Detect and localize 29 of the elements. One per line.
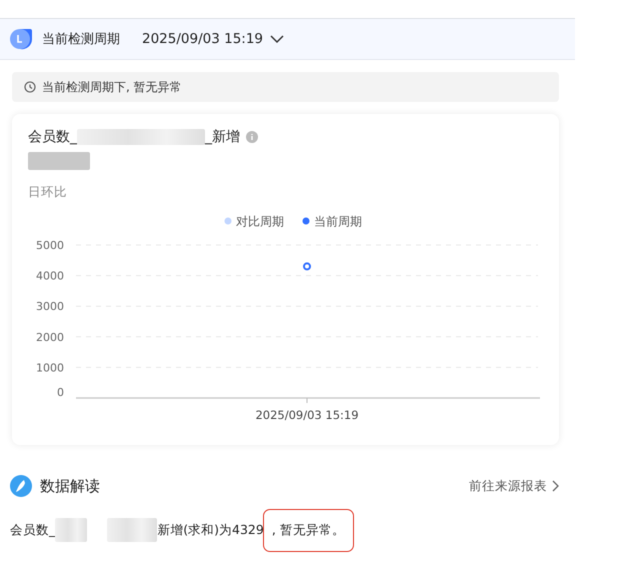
- section-title: 数据解读: [40, 476, 100, 496]
- legend-label: 对比周期: [236, 214, 284, 228]
- redaction-mark: [107, 518, 158, 542]
- metric-title: _新增: [205, 128, 240, 146]
- logo-icon: [10, 27, 34, 51]
- y-axis-label: 5000: [36, 239, 64, 252]
- interpretation-text: 新增(求和)为4329: [157, 522, 264, 538]
- y-axis-label: 2000: [36, 330, 64, 344]
- period-dropdown[interactable]: 2025/09/03 15:19: [142, 31, 284, 47]
- y-axis-label: 0: [57, 386, 64, 399]
- redaction-mark: [55, 518, 88, 542]
- data-point: [303, 262, 311, 270]
- y-axis-label: 3000: [36, 300, 64, 314]
- highlighted-text: , 暂无异常。: [264, 510, 353, 550]
- chevron-down-icon: [270, 34, 284, 44]
- info-icon: [246, 131, 258, 143]
- source-report-link[interactable]: 前往来源报表: [469, 478, 559, 494]
- y-axis-label: 4000: [36, 270, 64, 283]
- metric-title: 会员数_: [28, 128, 77, 146]
- comparison-label: 日环比: [28, 184, 68, 201]
- notice-text: 当前检测周期下, 暂无异常: [42, 78, 182, 96]
- x-axis-label: 2025/09/03 15:19: [255, 408, 359, 422]
- legend-label: 当前周期: [314, 214, 362, 228]
- logo-icon: [10, 475, 32, 497]
- chevron-right-icon: [552, 480, 559, 492]
- y-axis-label: 1000: [36, 361, 64, 374]
- header-title: 当前检测周期: [42, 31, 120, 48]
- redaction-mark: [28, 152, 90, 170]
- clock-icon: [24, 81, 36, 93]
